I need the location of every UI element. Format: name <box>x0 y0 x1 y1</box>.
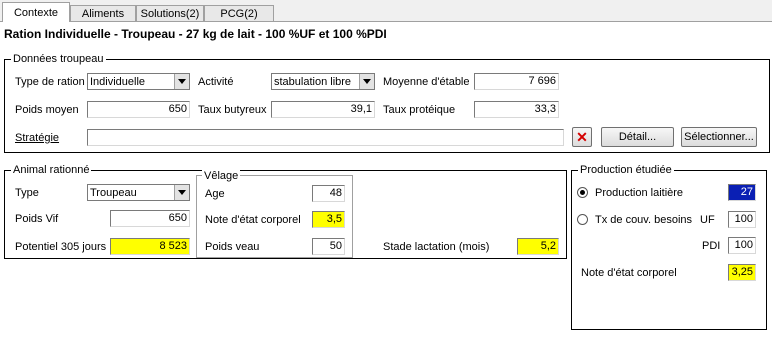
type-label: Type <box>15 187 39 199</box>
poids-veau-field[interactable]: 50 <box>312 238 345 255</box>
donnees-troupeau-legend: Données troupeau <box>11 52 106 66</box>
taux-proteique-label: Taux protéique <box>383 104 456 116</box>
tab-aliments[interactable]: Aliments <box>70 5 136 21</box>
type-ration-value: Individuelle <box>90 76 146 88</box>
stade-lactation-field[interactable]: 5,2 <box>517 238 559 255</box>
poids-moyen-field[interactable]: 650 <box>87 101 190 118</box>
pdi-label: PDI <box>702 240 721 252</box>
tab-pcg[interactable]: PCG(2) <box>204 5 274 21</box>
taux-butyreux-label: Taux butyreux <box>198 104 267 116</box>
production-note-label: Note d'état corporel <box>581 267 677 279</box>
uf-field[interactable]: 100 <box>728 211 756 228</box>
tx-couv-besoins-radio[interactable] <box>577 214 588 225</box>
potentiel-305-label: Potentiel 305 jours <box>15 241 107 253</box>
activite-select[interactable]: stabulation libre <box>271 73 375 90</box>
moyenne-etable-label: Moyenne d'étable <box>383 76 470 88</box>
tab-contexte[interactable]: Contexte <box>2 2 70 22</box>
velage-note-field[interactable]: 3,5 <box>312 211 345 228</box>
strategie-label: Stratégie <box>15 132 60 144</box>
type-ration-select[interactable]: Individuelle <box>87 73 190 90</box>
tx-couv-besoins-label: Tx de couv. besoins <box>595 214 693 226</box>
stade-lactation-label: Stade lactation (mois) <box>383 241 490 253</box>
production-laitiere-radio[interactable] <box>577 187 588 198</box>
production-laitiere-field[interactable]: 27 <box>728 184 756 201</box>
type-animal-value: Troupeau <box>90 187 137 199</box>
chevron-down-icon[interactable] <box>174 74 189 89</box>
animal-rationne-legend: Animal rationné <box>11 163 92 177</box>
activite-label: Activité <box>198 76 234 88</box>
pdi-field[interactable]: 100 <box>728 237 756 254</box>
taux-butyreux-field[interactable]: 39,1 <box>271 101 375 118</box>
selectionner-button[interactable]: Sélectionner... <box>681 127 757 147</box>
production-laitiere-label: Production laitière <box>595 187 684 199</box>
taux-proteique-field[interactable]: 33,3 <box>474 101 559 118</box>
poids-moyen-label: Poids moyen <box>15 104 79 116</box>
clear-strategie-button[interactable]: ✕ <box>572 127 592 147</box>
type-animal-select[interactable]: Troupeau <box>87 184 190 201</box>
detail-button[interactable]: Détail... <box>601 127 674 147</box>
activite-value: stabulation libre <box>274 76 352 88</box>
velage-note-label: Note d'état corporel <box>205 214 301 226</box>
poids-vif-field[interactable]: 650 <box>110 210 190 227</box>
production-note-field[interactable]: 3,25 <box>728 264 756 281</box>
production-etudiee-legend: Production étudiée <box>578 163 674 177</box>
chevron-down-icon[interactable] <box>174 185 189 200</box>
poids-veau-label: Poids veau <box>205 241 260 253</box>
age-label: Age <box>205 188 225 200</box>
type-ration-label: Type de ration <box>15 76 85 88</box>
age-field[interactable]: 48 <box>312 185 345 202</box>
page-title: Ration Individuelle - Troupeau - 27 kg d… <box>4 27 387 41</box>
uf-label: UF <box>700 214 715 226</box>
chevron-down-icon[interactable] <box>359 74 374 89</box>
strategie-field[interactable] <box>87 129 564 146</box>
poids-vif-label: Poids Vif <box>15 213 59 225</box>
tab-solutions[interactable]: Solutions(2) <box>136 5 204 21</box>
moyenne-etable-field[interactable]: 7 696 <box>474 73 559 90</box>
velage-legend: Vêlage <box>202 169 241 183</box>
close-icon: ✕ <box>576 129 588 145</box>
potentiel-305-field[interactable]: 8 523 <box>110 238 190 255</box>
